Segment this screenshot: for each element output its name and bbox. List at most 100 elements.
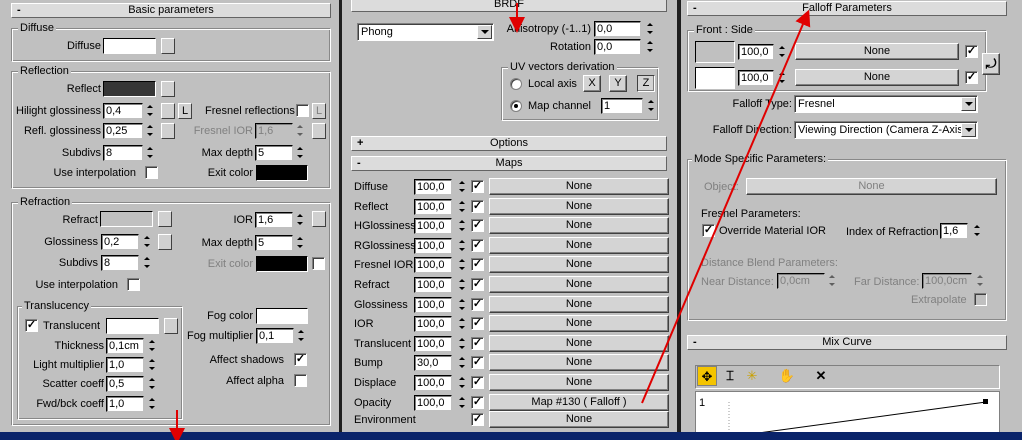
scatter-coeff-spinner[interactable] [147,376,156,392]
map-slot-amount-field[interactable]: 100,0 [414,277,452,293]
map-slot-button[interactable]: None [489,374,669,391]
map-slot-button[interactable]: None [489,354,669,372]
map-slot-checkbox[interactable]: ✓ [471,395,484,409]
insert-point-icon[interactable]: ✳ [742,366,762,386]
map-slot-button[interactable]: None [489,295,669,313]
swap-colors-button[interactable]: ⤾ [982,53,1000,75]
refl-max-depth-spinner[interactable] [295,145,304,161]
refl-subdivs-spinner[interactable] [145,145,154,161]
scatter-coeff-field[interactable]: 0,5 [106,376,144,392]
side-map-checkbox[interactable]: ✓ [965,71,978,84]
refr-glossiness-map-button[interactable] [158,234,172,250]
rotation-field[interactable]: 0,0 [594,39,641,55]
map-slot-amount-field[interactable]: 100,0 [414,296,452,313]
refl-use-interpolation-checkbox[interactable] [145,166,158,179]
extrapolate-checkbox[interactable] [974,293,987,306]
refr-max-depth-spinner[interactable] [295,235,304,251]
map-slot-amount-spinner[interactable] [457,316,466,332]
map-slot-checkbox[interactable]: ✓ [471,376,484,389]
map-slot-button[interactable]: None [489,276,669,293]
fresnel-reflections-checkbox[interactable] [296,104,309,117]
map-slot-checkbox[interactable]: ✓ [471,199,484,213]
map-slot-amount-field[interactable]: 100,0 [414,257,452,274]
map-slot-checkbox[interactable]: ✓ [471,336,484,350]
front-amount-spinner[interactable] [777,44,786,60]
far-distance-spinner[interactable] [975,273,984,289]
map-slot-checkbox[interactable]: ✓ [471,356,484,370]
fresnel-ior-field[interactable]: 1,6 [255,123,293,139]
map-slot-amount-field[interactable]: 100,0 [414,218,452,235]
map-slot-button[interactable]: None [489,334,669,352]
index-of-refraction-field[interactable]: 1,6 [940,223,968,239]
map-channel-field[interactable]: 1 [601,98,643,114]
map-slot-button[interactable]: None [489,197,669,215]
object-pick-button[interactable]: None [746,178,997,195]
refract-map-button[interactable] [158,211,172,227]
map-slot-amount-field[interactable]: 100,0 [414,198,452,215]
reflect-color-swatch[interactable] [103,81,156,97]
refr-exit-color-checkbox[interactable] [312,257,325,270]
refr-ior-map-button[interactable] [312,211,326,227]
refr-exit-color-swatch[interactable] [256,256,308,272]
map-slot-amount-field[interactable]: 30,0 [414,355,452,372]
brdf-type-dropdown[interactable]: Phong [357,23,494,41]
near-distance-spinner[interactable] [827,273,836,289]
map-slot-amount-field[interactable]: 100,0 [414,316,452,333]
brdf-dropdown-arrow-icon[interactable] [477,25,492,39]
override-ior-checkbox[interactable]: ✓ [702,224,715,237]
falloff-type-arrow-icon[interactable] [961,97,976,111]
map-slot-amount-spinner[interactable] [457,375,466,391]
refl-glossiness-map-button[interactable] [161,123,175,139]
axis-x-button[interactable]: X [583,75,601,92]
fog-multiplier-spinner[interactable] [296,328,305,344]
refract-color-swatch[interactable] [100,211,153,227]
fresnel-ior-spinner[interactable] [295,123,304,139]
front-color-swatch[interactable] [695,41,735,63]
map-slot-amount-field[interactable]: 100,0 [414,179,452,195]
thickness-spinner[interactable] [147,338,156,354]
fresnel-ior-map-button[interactable] [312,123,326,139]
map-slot-amount-spinner[interactable] [457,238,466,254]
refl-subdivs-field[interactable]: 8 [103,145,143,161]
brdf-rollup-title[interactable]: BRDF [351,0,667,12]
map-slot-amount-spinner[interactable] [457,395,466,411]
map-slot-amount-spinner[interactable] [457,257,466,273]
refr-ior-field[interactable]: 1,6 [255,212,293,228]
map-slot-checkbox[interactable]: ✓ [471,258,484,272]
map-slot-amount-field[interactable]: 100,0 [414,335,452,352]
mix-curve-rollup[interactable]: - Mix Curve [687,335,1007,350]
move-tool-icon[interactable]: ✥ [697,366,717,386]
map-slot-checkbox[interactable]: ✓ [471,219,484,233]
index-of-refraction-spinner[interactable] [972,223,981,239]
refr-use-interpolation-checkbox[interactable] [127,278,140,291]
refr-ior-spinner[interactable] [295,212,304,228]
map-slot-amount-field[interactable]: 100,0 [414,394,452,411]
environment-map-button[interactable]: None [489,411,669,428]
map-slot-button[interactable]: Map #130 ( Falloff ) [489,393,669,411]
map-slot-button[interactable]: None [489,217,669,235]
options-rollup[interactable]: + Options [351,136,667,151]
environment-checkbox[interactable]: ✓ [471,413,484,426]
translucent-map-button[interactable] [164,318,178,334]
map-slot-amount-spinner[interactable] [457,336,466,352]
translucent-checkbox[interactable]: ✓ [25,319,38,332]
fog-multiplier-field[interactable]: 0,1 [256,328,294,344]
map-slot-button[interactable]: None [489,178,669,195]
front-amount-field[interactable]: 100,0 [738,44,774,60]
anisotropy-spinner[interactable] [645,21,654,37]
basic-parameters-rollup[interactable]: - Basic parameters [11,3,331,18]
map-slot-amount-spinner[interactable] [457,179,466,195]
map-slot-amount-spinner[interactable] [457,218,466,234]
refr-subdivs-field[interactable]: 8 [101,255,139,271]
refl-max-depth-field[interactable]: 5 [255,145,293,161]
hilight-lock-button[interactable]: L [178,103,192,119]
falloff-direction-arrow-icon[interactable] [961,123,976,137]
map-slot-amount-spinner[interactable] [457,297,466,313]
affect-alpha-checkbox[interactable] [294,374,307,387]
map-slot-checkbox[interactable]: ✓ [471,180,484,193]
front-map-checkbox[interactable]: ✓ [965,45,978,58]
rotation-spinner[interactable] [645,39,654,55]
fog-color-swatch[interactable] [256,308,308,324]
map-slot-button[interactable]: None [489,256,669,274]
map-slot-amount-field[interactable]: 100,0 [414,237,452,254]
